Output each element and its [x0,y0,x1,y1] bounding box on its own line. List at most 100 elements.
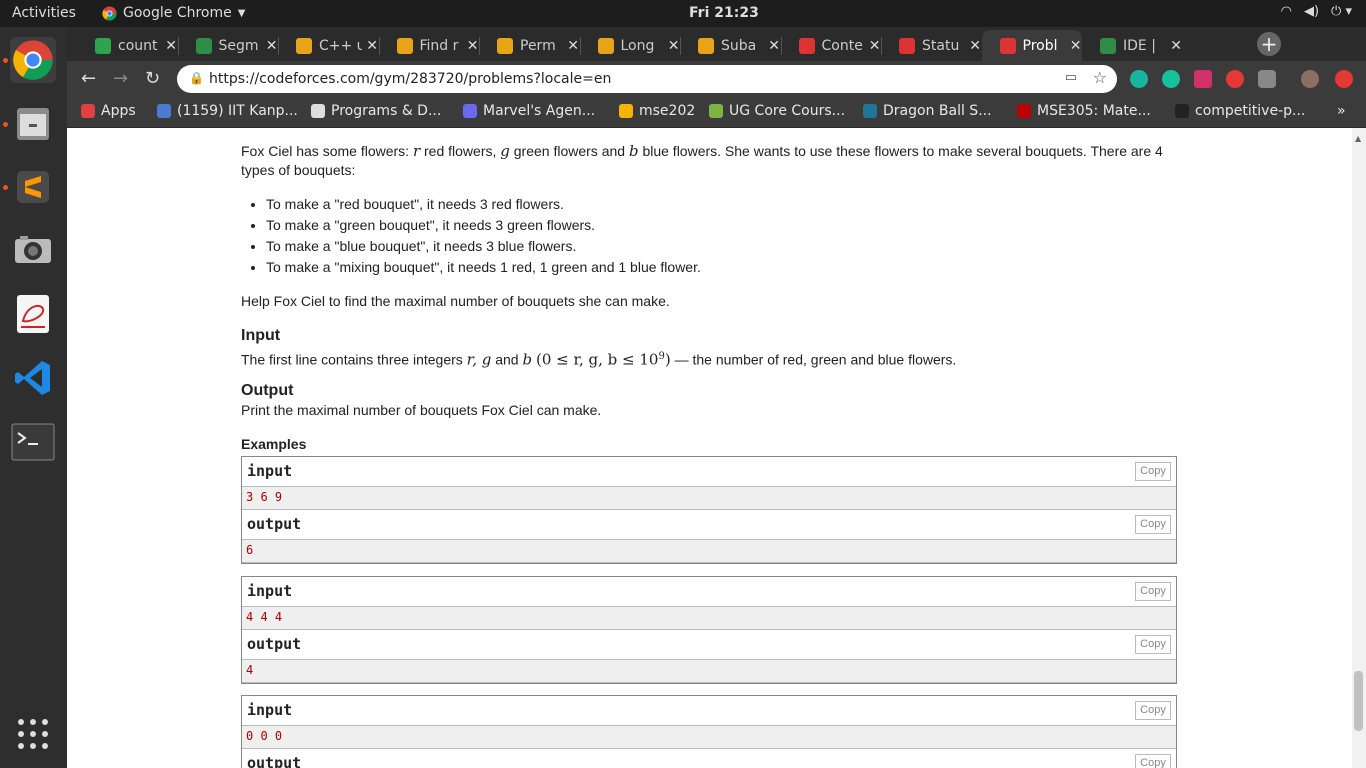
system-tray[interactable]: ◠ ◀) ⏻ ▾ [1281,4,1352,19]
input-text: 0 0 0 [246,729,283,743]
example-output-value[interactable]: 4 [242,660,1176,683]
example-output-value[interactable]: 6 [242,540,1176,563]
input-text: 3 6 9 [246,490,283,504]
browser-tab[interactable]: IDE | ✕ [1082,30,1182,61]
close-icon[interactable]: ✕ [266,38,278,54]
browser-tab[interactable]: count ✕ [77,30,177,61]
output-spec: Print the maximal number of bouquets Fox… [241,402,602,418]
bookmark-item[interactable]: Marvel's Agen... [463,103,595,119]
bullet-item: To make a "mixing bouquet", it needs 1 r… [266,258,1181,279]
back-button[interactable]: ← [81,68,96,89]
tab-favicon-icon [95,37,111,54]
shield-icon[interactable] [1258,70,1276,88]
browser-tab[interactable]: Find r ✕ [379,30,479,61]
extension-icon[interactable] [1130,70,1148,88]
dock-vscode[interactable] [10,355,56,401]
bookmark-item[interactable]: Dragon Ball S... [863,103,992,119]
bookmark-item[interactable]: UG Core Cours... [709,103,845,119]
browser-tab[interactable]: Conte ✕ [781,30,881,61]
power-icon: ⏻ ▾ [1331,4,1352,19]
dock-files[interactable] [10,101,56,147]
bookmark-favicon-icon [463,104,477,118]
input-label: input [247,701,293,719]
browser-tab[interactable]: Suba ✕ [680,30,780,61]
forward-button[interactable]: → [113,68,128,89]
cast-icon[interactable]: ▭ [1065,70,1077,85]
bookmark-item[interactable]: Programs & D... [311,103,441,119]
reload-button[interactable]: ↻ [145,68,160,89]
extension-icon[interactable] [1226,70,1244,88]
bookmark-star-icon[interactable]: ☆ [1093,68,1107,87]
tab-title: Find r [419,37,459,54]
bookmark-label: mse202 [639,103,696,119]
bookmark-item[interactable]: MSE305: Mate... [1017,103,1151,119]
avatar[interactable] [1301,70,1319,88]
example-input-value[interactable]: 4 4 4 [242,607,1176,630]
grammarly-icon[interactable] [1162,70,1180,88]
vertical-scrollbar[interactable]: ▲ [1352,128,1366,768]
tab-separator [479,37,480,55]
output-label: output [247,635,302,653]
tab-favicon-icon [195,37,212,54]
close-icon[interactable]: ✕ [1070,38,1082,54]
close-icon[interactable]: ✕ [1170,38,1182,54]
tab-favicon-icon [999,37,1016,54]
scroll-up-icon[interactable]: ▲ [1355,134,1361,143]
copy-button[interactable]: Copy [1135,462,1171,481]
new-tab-button[interactable]: + [1257,32,1281,56]
browser-tab[interactable]: Probl ✕ [981,30,1082,61]
bookmark-favicon-icon [1017,104,1031,118]
close-icon[interactable]: ✕ [165,38,177,54]
problem-intro: Fox Ciel has some flowers: r red flowers… [241,142,1163,178]
dock-document-viewer[interactable] [10,291,56,337]
dock-chrome[interactable] [10,37,56,83]
copy-button[interactable]: Copy [1135,635,1171,654]
clock[interactable]: Fri 21:23 [689,5,759,21]
close-icon[interactable]: ✕ [768,38,780,54]
tab-title: Suba [721,37,757,54]
scrollbar-thumb[interactable] [1354,671,1363,731]
bookmark-item[interactable]: competitive-p... [1175,103,1305,119]
dock-camera[interactable] [10,227,56,273]
activities-button[interactable]: Activities [12,5,76,21]
bookmark-item[interactable]: Apps [81,103,136,119]
show-applications-button[interactable] [10,711,56,757]
close-icon[interactable]: ✕ [567,38,579,54]
browser-tab[interactable]: Segm ✕ [178,30,278,61]
close-icon[interactable]: ✕ [467,38,479,54]
tab-title: Statu [922,37,960,54]
close-icon[interactable]: ✕ [668,38,680,54]
tab-strip: count ✕ Segm ✕ C++ u ✕ Find r ✕ Perm ✕ Long ✕ Suba ✕ C… [67,27,1366,61]
output-label: output [247,515,302,533]
dock-sublime[interactable] [10,164,56,210]
app-menu[interactable]: Google Chrome ▼ [102,5,245,21]
address-bar[interactable]: 🔒 https://codeforces.com/gym/283720/prob… [177,65,1117,93]
browser-tab[interactable]: Long ✕ [580,30,680,61]
update-icon[interactable] [1335,70,1353,88]
copy-button[interactable]: Copy [1135,515,1171,534]
extension-icon[interactable] [1194,70,1212,88]
input-spec: The first line contains three integers r… [241,350,957,369]
dock-terminal[interactable] [10,419,56,465]
example-input-value[interactable]: 3 6 9 [242,487,1176,510]
browser-tab[interactable]: C++ u ✕ [278,30,378,61]
bookmark-item[interactable]: (1159) IIT Kanp... [157,103,298,119]
chevron-down-icon: ▼ [237,7,246,19]
example-input-header: input Copy [242,696,1176,726]
copy-button[interactable]: Copy [1135,582,1171,601]
tab-title: Perm [520,37,556,54]
close-icon[interactable]: ✕ [969,38,981,54]
browser-tab[interactable]: Statu ✕ [881,30,981,61]
close-icon[interactable]: ✕ [366,38,378,54]
close-icon[interactable]: ✕ [869,38,881,54]
tab-favicon-icon [698,37,714,54]
example-input-value[interactable]: 0 0 0 [242,726,1176,749]
browser-tab[interactable]: Perm ✕ [479,30,579,61]
app-grid-icon [18,719,48,749]
bookmark-item[interactable]: mse202 [619,103,695,119]
copy-button[interactable]: Copy [1135,701,1171,720]
tab-separator [579,37,581,55]
camera-icon [15,236,51,263]
copy-button[interactable]: Copy [1135,754,1171,768]
more-bookmarks-icon[interactable]: » [1337,103,1346,119]
